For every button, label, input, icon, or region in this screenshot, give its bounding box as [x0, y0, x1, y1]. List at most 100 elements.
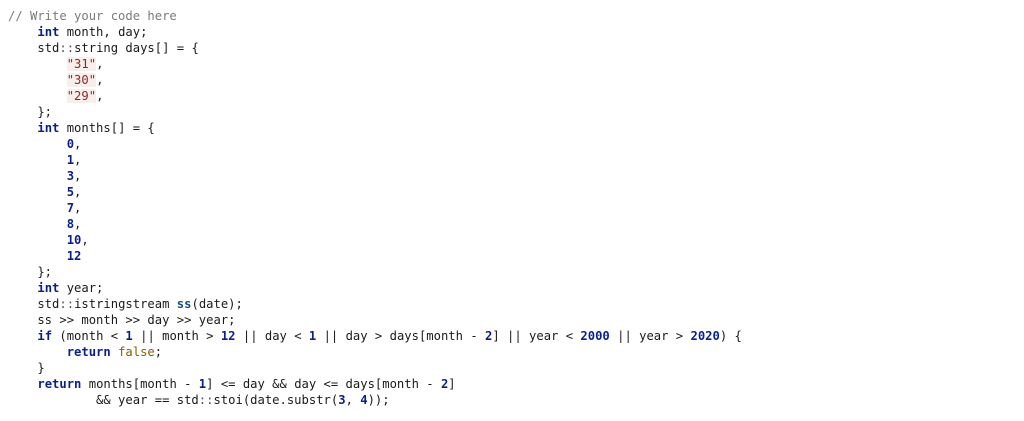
code-token-num: 5 — [66, 185, 75, 199]
code-line[interactable]: }; — [8, 104, 1024, 120]
code-token-kw: return — [37, 377, 82, 391]
code-token-plain: ss >> month >> day >> year; — [8, 313, 236, 327]
code-token-plain: }; — [8, 265, 53, 279]
code-token-num: 2020 — [690, 329, 720, 343]
code-token-bool: false — [118, 345, 155, 359]
code-token-num: 3 — [66, 169, 75, 183]
code-line[interactable]: 10, — [8, 232, 1024, 248]
code-token-plain: || month > — [132, 329, 221, 343]
code-token-plain: months[] = { — [59, 121, 155, 135]
code-line[interactable]: "31", — [8, 56, 1024, 72]
code-token-plain: } — [8, 361, 45, 375]
code-token-num: 10 — [66, 233, 82, 247]
code-token-plain: || day < — [235, 329, 309, 343]
code-line[interactable]: ss >> month >> day >> year; — [8, 312, 1024, 328]
code-line[interactable]: return false; — [8, 344, 1024, 360]
code-token-kw: int — [37, 281, 60, 295]
code-token-num: 4 — [360, 393, 368, 407]
code-token-plain: , — [74, 185, 82, 199]
code-line[interactable]: "30", — [8, 72, 1024, 88]
code-token-kw: int — [37, 25, 60, 39]
code-line[interactable]: } — [8, 360, 1024, 376]
code-line[interactable]: 5, — [8, 184, 1024, 200]
code-token-plain: , — [74, 153, 82, 167]
code-token-plain: (month < — [52, 329, 126, 343]
code-token-plain: , — [74, 201, 82, 215]
code-token-plain: ) { — [719, 329, 742, 343]
code-token-plain: }; — [8, 105, 53, 119]
code-token-plain: istringstream — [74, 297, 177, 311]
code-token-num: 0 — [66, 137, 75, 151]
code-line[interactable]: std::istringstream ss(date); — [8, 296, 1024, 312]
code-token-plain: year; — [59, 281, 104, 295]
code-line[interactable]: && year == std::stoi(date.substr(3, 4)); — [8, 392, 1024, 408]
code-token-plain: ] || year < — [492, 329, 581, 343]
code-token-plain: (date); — [191, 297, 243, 311]
code-token-num: 1 — [66, 153, 75, 167]
code-token-num: 3 — [338, 393, 346, 407]
code-token-num: 8 — [66, 217, 75, 231]
code-line[interactable]: }; — [8, 264, 1024, 280]
code-line[interactable]: "29", — [8, 88, 1024, 104]
code-token-str: "30" — [66, 73, 97, 87]
code-token-plain: ] — [448, 377, 456, 391]
code-token-plain: stoi(date.substr( — [213, 393, 339, 407]
code-token-num: 12 — [66, 249, 82, 263]
code-token-plain: month, day; — [59, 25, 148, 39]
code-token-plain: || year > — [609, 329, 691, 343]
code-line[interactable]: int year; — [8, 280, 1024, 296]
code-token-plain: , — [74, 217, 82, 231]
code-token-plain: , — [96, 57, 104, 71]
code-token-fn: ss — [176, 297, 192, 311]
code-line[interactable]: 7, — [8, 200, 1024, 216]
code-token-plain: , — [81, 233, 89, 247]
code-token-plain: , — [96, 89, 104, 103]
code-line[interactable]: 8, — [8, 216, 1024, 232]
code-token-num: 7 — [66, 201, 75, 215]
code-token-plain: ] <= day && day <= days[month - — [206, 377, 441, 391]
code-line[interactable]: std::string days[] = { — [8, 40, 1024, 56]
code-line[interactable]: int months[] = { — [8, 120, 1024, 136]
code-token-kw: if — [37, 329, 53, 343]
code-line[interactable]: 3, — [8, 168, 1024, 184]
code-token-plain: , — [74, 137, 82, 151]
code-token-op: :: — [198, 393, 214, 407]
code-token-num: 1 — [125, 329, 133, 343]
code-token-kw: int — [37, 121, 60, 135]
code-line[interactable]: 0, — [8, 136, 1024, 152]
code-line[interactable]: return months[month - 1] <= day && day <… — [8, 376, 1024, 392]
code-token-plain: , — [96, 73, 104, 87]
code-token-str: "31" — [66, 57, 97, 71]
code-token-plain: std — [8, 41, 60, 55]
code-token-plain: , — [74, 169, 82, 183]
code-line[interactable]: 1, — [8, 152, 1024, 168]
code-token-plain: && year == std — [8, 393, 199, 407]
code-token-plain: months[month - — [81, 377, 199, 391]
code-token-plain: )); — [367, 393, 390, 407]
code-token-plain: ; — [154, 345, 163, 359]
code-token-plain: || day > days[month - — [316, 329, 485, 343]
code-token-plain: , — [345, 393, 361, 407]
code-token-str: "29" — [66, 89, 97, 103]
code-editor[interactable]: // Write your code here int month, day; … — [0, 0, 1024, 421]
code-line[interactable]: if (month < 1 || month > 12 || day < 1 |… — [8, 328, 1024, 344]
code-token-op: :: — [59, 41, 75, 55]
code-line[interactable]: 12 — [8, 248, 1024, 264]
code-token-kw: return — [66, 345, 111, 359]
code-line[interactable]: int month, day; — [8, 24, 1024, 40]
code-line[interactable]: // Write your code here — [8, 8, 1024, 24]
code-token-num: 12 — [220, 329, 236, 343]
